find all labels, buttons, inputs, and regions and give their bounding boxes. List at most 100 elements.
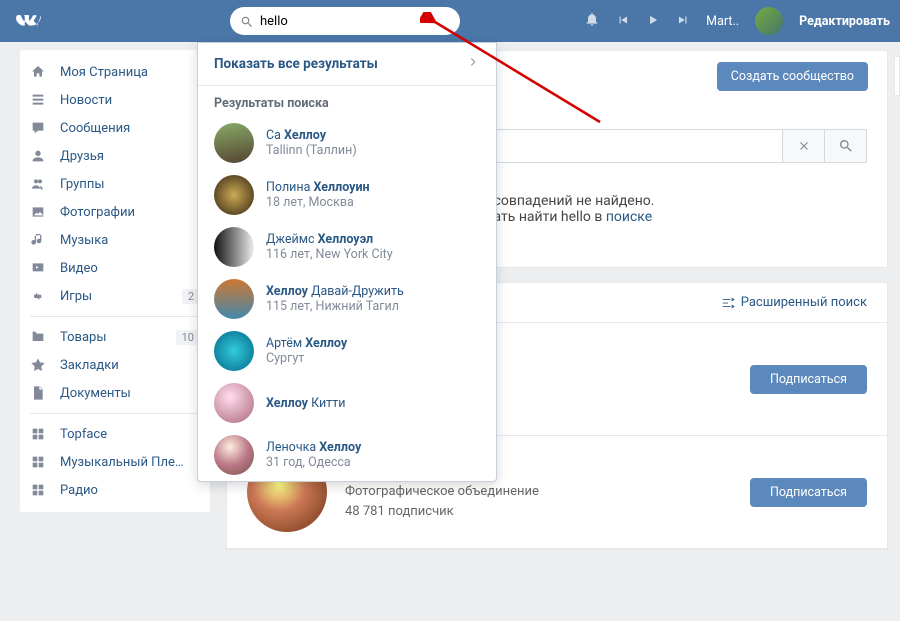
dropdown-name: Леночка Хеллоу: [266, 440, 361, 455]
sidebar-label: Товары: [60, 330, 106, 345]
sidebar-icon: [30, 357, 50, 373]
dropdown-sub: 116 лет, New York City: [266, 247, 393, 262]
result-subtitle: Фотографическое объединение: [345, 482, 732, 503]
dropdown-sub: 18 лет, Москва: [266, 195, 370, 210]
sidebar-icon: [30, 426, 50, 442]
dropdown-item[interactable]: Полина Хеллоуин18 лет, Москва: [198, 169, 496, 221]
dropdown-avatar: [214, 227, 254, 267]
sidebar-label: Новости: [60, 93, 112, 108]
dropdown-item[interactable]: Джеймс Хеллоуэл116 лет, New York City: [198, 221, 496, 273]
result-followers: 48 781 подписчик: [345, 502, 732, 523]
sidebar-icon: [30, 260, 50, 276]
right-strip: [894, 56, 900, 96]
sidebar-item[interactable]: Музыка: [20, 226, 210, 254]
sidebar-label: Радио: [60, 483, 98, 498]
sidebar-icon: [30, 329, 50, 345]
sidebar-item[interactable]: Музыкальный Пле…: [20, 448, 210, 476]
prev-track-icon[interactable]: [616, 12, 630, 31]
search-dropdown: Показать все результаты Результаты поиск…: [197, 42, 497, 482]
sidebar-item[interactable]: Документы: [20, 379, 210, 407]
vk-logo[interactable]: [10, 7, 50, 35]
sidebar-item[interactable]: Фотографии: [20, 198, 210, 226]
search-input[interactable]: [230, 7, 460, 35]
sidebar-label: Фотографии: [60, 205, 135, 220]
sidebar-icon: [30, 454, 50, 470]
play-icon[interactable]: [646, 12, 660, 31]
dropdown-name: Са Хеллоу: [266, 128, 357, 143]
dropdown-avatar: [214, 123, 254, 163]
dropdown-item[interactable]: Артём ХеллоуСургут: [198, 325, 496, 377]
sidebar-item[interactable]: Видео: [20, 254, 210, 282]
next-track-icon[interactable]: [676, 12, 690, 31]
user-name[interactable]: Mart..: [706, 14, 739, 29]
dropdown-sub: 31 год, Одесса: [266, 455, 361, 470]
sidebar-icon: [30, 64, 50, 80]
sidebar-item[interactable]: Друзья: [20, 142, 210, 170]
sidebar-item[interactable]: Игры2: [20, 282, 210, 310]
sidebar-item[interactable]: Закладки: [20, 351, 210, 379]
dropdown-sub: Tallinn (Таллин): [266, 143, 357, 158]
sidebar-icon: [30, 176, 50, 192]
dropdown-name: Полина Хеллоуин: [266, 180, 370, 195]
user-avatar[interactable]: [755, 7, 783, 35]
sidebar-icon: [30, 385, 50, 401]
sidebar-item[interactable]: Радио: [20, 476, 210, 504]
subscribe-button[interactable]: Подписаться: [750, 478, 867, 507]
dropdown-name: Джеймс Хеллоуэл: [266, 232, 393, 247]
advanced-search-link[interactable]: Расширенный поиск: [721, 295, 867, 310]
sidebar-label: Topface: [60, 427, 107, 442]
show-all-results[interactable]: Показать все результаты: [198, 43, 496, 86]
sidebar-label: Игры: [60, 289, 92, 304]
dropdown-avatar: [214, 435, 254, 475]
dropdown-name: Хеллоу Давай-Дружить: [266, 284, 404, 299]
sidebar-item[interactable]: Моя Страница: [20, 58, 210, 86]
sidebar-icon: [30, 288, 50, 304]
sidebar-item[interactable]: Группы: [20, 170, 210, 198]
dropdown-avatar: [214, 175, 254, 215]
dropdown-avatar: [214, 279, 254, 319]
header-bar: Mart.. Редактировать: [0, 0, 900, 42]
dropdown-item[interactable]: Са ХеллоуTallinn (Таллин): [198, 117, 496, 169]
search-container: [230, 7, 460, 35]
search-icon: [240, 14, 254, 33]
search-button[interactable]: [825, 129, 867, 163]
dropdown-name: Артём Хеллоу: [266, 336, 347, 351]
sidebar-label: Музыкальный Пле…: [60, 455, 184, 470]
dropdown-sub: Сургут: [266, 351, 347, 366]
dropdown-item[interactable]: Хеллоу Давай-Дружить115 лет, Нижний Таги…: [198, 273, 496, 325]
sidebar-icon: [30, 120, 50, 136]
sidebar-item[interactable]: Сообщения: [20, 114, 210, 142]
sidebar-label: Музыка: [60, 233, 108, 248]
sidebar-icon: [30, 148, 50, 164]
sidebar-label: Группы: [60, 177, 104, 192]
subscribe-button[interactable]: Подписаться: [750, 365, 867, 394]
sidebar-label: Моя Страница: [60, 65, 148, 80]
sidebar: Моя Страница Новости Сообщения Друзья Группы…: [20, 50, 210, 512]
sidebar-label: Видео: [60, 261, 98, 276]
chevron-right-icon: [466, 55, 480, 73]
sidebar-label: Документы: [60, 386, 131, 401]
sidebar-icon: [30, 232, 50, 248]
dropdown-item[interactable]: Леночка Хеллоу31 год, Одесса: [198, 429, 496, 481]
header-actions: Mart.. Редактировать: [584, 7, 890, 35]
dropdown-section-header: Результаты поиска: [198, 86, 496, 117]
dropdown-item[interactable]: Хеллоу Китти: [198, 377, 496, 429]
dropdown-avatar: [214, 383, 254, 423]
clear-button[interactable]: [783, 129, 825, 163]
edit-link[interactable]: Редактировать: [799, 14, 890, 29]
dropdown-sub: 115 лет, Нижний Тагил: [266, 299, 404, 314]
sidebar-label: Друзья: [60, 149, 104, 164]
sidebar-icon: [30, 92, 50, 108]
sidebar-label: Сообщения: [60, 121, 130, 136]
create-community-button[interactable]: Создать сообщество: [717, 62, 868, 91]
sidebar-item[interactable]: Topface: [20, 420, 210, 448]
notifications-icon[interactable]: [584, 11, 600, 31]
sidebar-label: Закладки: [60, 358, 119, 373]
sidebar-icon: [30, 482, 50, 498]
sidebar-icon: [30, 204, 50, 220]
dropdown-name: Хеллоу Китти: [266, 396, 345, 411]
dropdown-avatar: [214, 331, 254, 371]
sidebar-item[interactable]: Товары10: [20, 323, 210, 351]
search-link[interactable]: поиске: [606, 209, 652, 225]
sidebar-item[interactable]: Новости: [20, 86, 210, 114]
